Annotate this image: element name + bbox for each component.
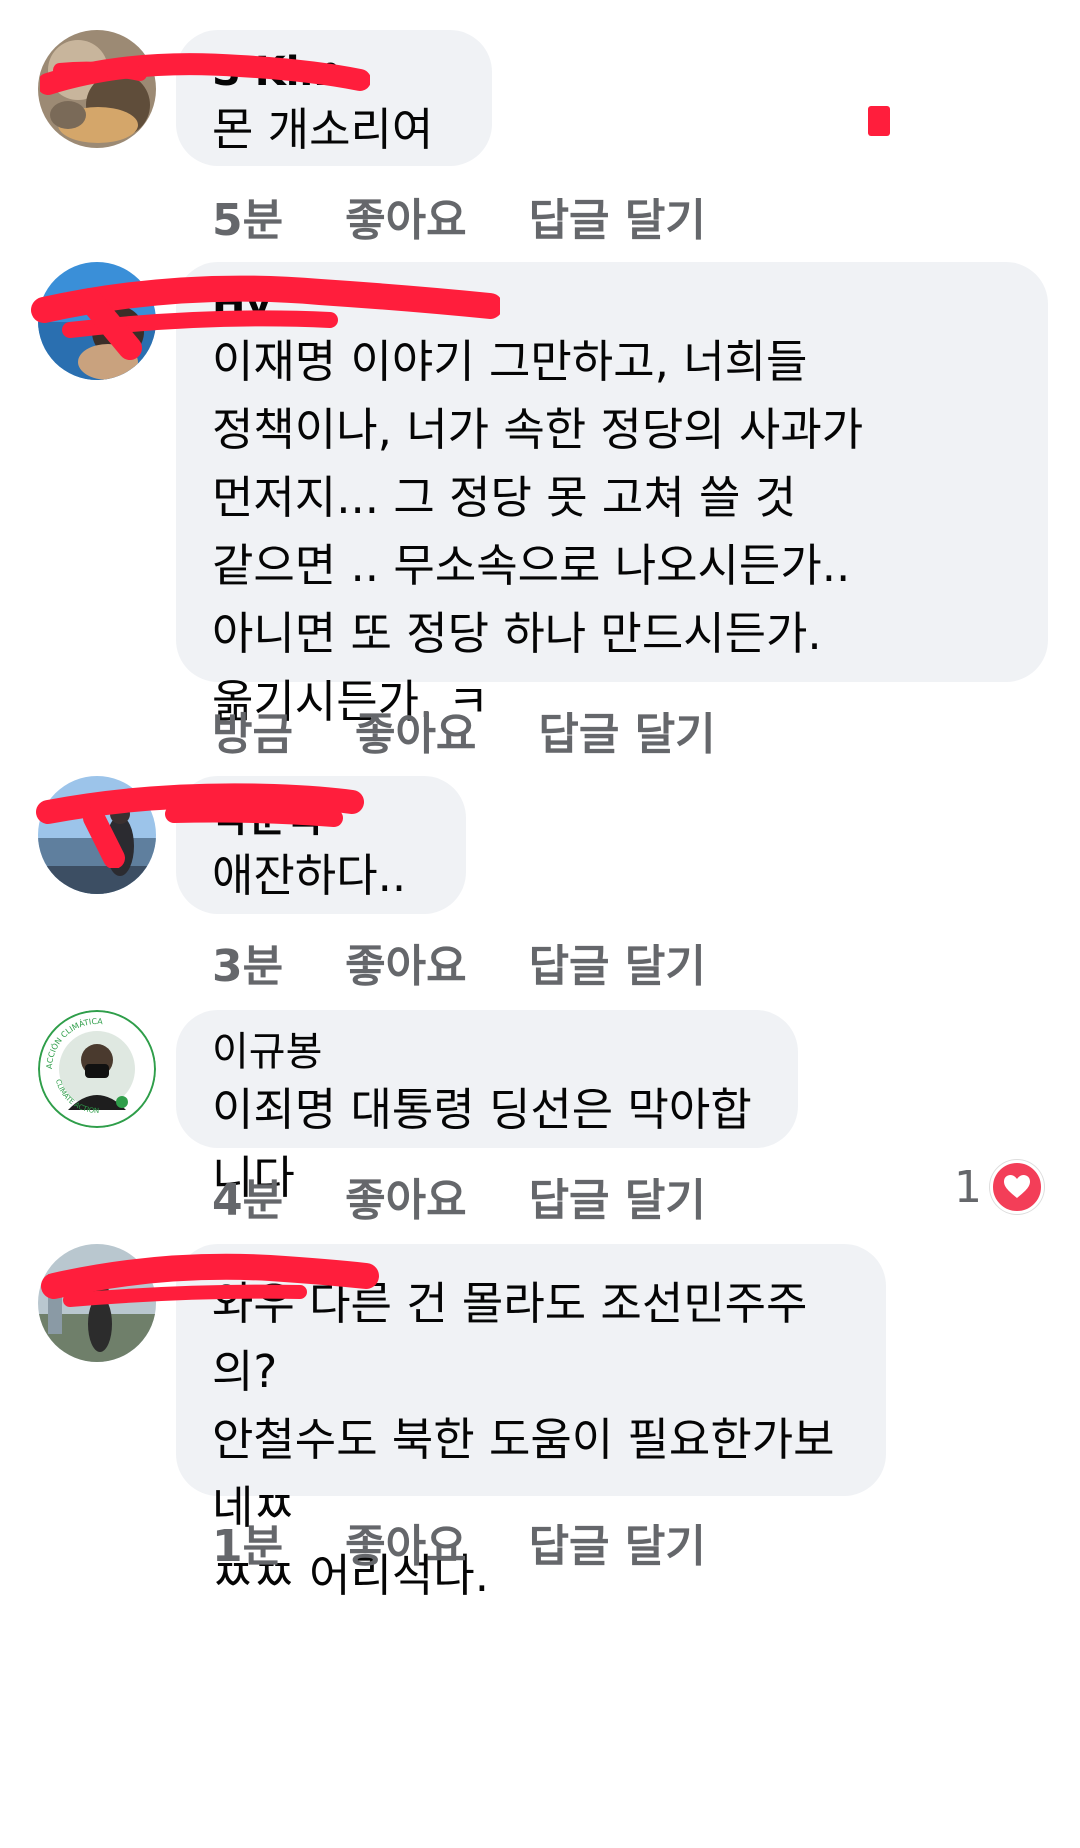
comment-actions: 방금 좋아요 답글 달기	[212, 698, 778, 762]
like-button[interactable]: 좋아요	[345, 184, 466, 248]
comment-actions: 1분 좋아요 답글 달기	[212, 1510, 768, 1574]
comment-time[interactable]: 4분	[212, 1164, 283, 1228]
comment-text: 애잔하다..	[212, 849, 407, 902]
like-button[interactable]: 좋아요	[345, 930, 466, 994]
comment-bubble: S Kim 몬 개소리여	[176, 30, 492, 166]
like-button[interactable]: 좋아요	[345, 1164, 466, 1228]
avatar[interactable]	[38, 1244, 156, 1362]
red-dot-mark	[868, 106, 890, 136]
comment-author[interactable]: 이규봉	[212, 1028, 762, 1076]
comment-time[interactable]: 5분	[212, 184, 283, 248]
reaction-summary[interactable]: 1	[954, 1160, 1044, 1214]
avatar[interactable]	[38, 262, 156, 380]
comment-bubble: 박문혁 애잔하다..	[176, 776, 466, 914]
like-button[interactable]: 좋아요	[355, 698, 476, 762]
comment-bubble: Hy 이재명 이야기 그만하고, 너희들 정책이나, 너가 속한 정당의 사과가…	[176, 262, 1048, 728]
comment-bubble: 이규봉 이죄명 대통령 딩선은 막아합니다	[176, 1010, 798, 1204]
reply-button[interactable]: 답글 달기	[538, 698, 715, 762]
comment-thread: S Kim 몬 개소리여 5분 좋아요 답글 달기 Hy 이재명 이야기 그만하…	[0, 0, 1080, 1848]
avatar[interactable]	[38, 776, 156, 894]
comment-time[interactable]: 1분	[212, 1510, 283, 1574]
comment-author[interactable]: S Kim	[212, 48, 456, 96]
comment-actions: 4분 좋아요 답글 달기	[212, 1164, 768, 1228]
reply-button[interactable]: 답글 달기	[529, 930, 706, 994]
comment-time[interactable]: 방금	[212, 698, 293, 762]
like-button[interactable]: 좋아요	[345, 1510, 466, 1574]
reply-button[interactable]: 답글 달기	[529, 1510, 706, 1574]
comment-actions: 5분 좋아요 답글 달기	[212, 184, 768, 248]
comment-time[interactable]: 3분	[212, 930, 283, 994]
comment-text: 몬 개소리여	[212, 103, 434, 156]
heart-icon	[990, 1160, 1044, 1214]
comment-text: 이재명 이야기 그만하고, 너희들 정책이나, 너가 속한 정당의 사과가 먼저…	[212, 335, 864, 728]
avatar[interactable]: ACCIÓN CLIMÁTICA CLIMATE ACTION	[38, 1010, 156, 1128]
avatar[interactable]	[38, 30, 156, 148]
comment-author[interactable]: 박문혁	[212, 794, 430, 842]
reaction-count: 1	[954, 1161, 982, 1213]
comment-actions: 3분 좋아요 답글 달기	[212, 930, 768, 994]
reply-button[interactable]: 답글 달기	[529, 1164, 706, 1228]
comment-author[interactable]: Hy	[212, 280, 1012, 328]
reply-button[interactable]: 답글 달기	[529, 184, 706, 248]
comment-bubble: 와우 다른 건 몰라도 조선민주주의? 안철수도 북한 도움이 필요한가보네ㅉ …	[176, 1244, 886, 1602]
